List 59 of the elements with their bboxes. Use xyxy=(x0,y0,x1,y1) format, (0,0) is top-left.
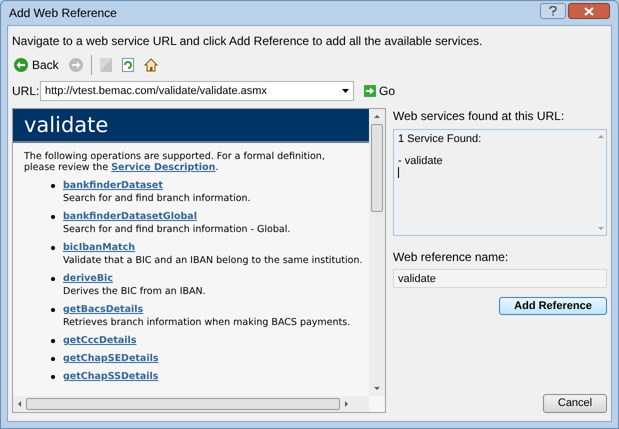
operation-link[interactable]: getChapSSDetails xyxy=(63,371,158,382)
bullet-icon xyxy=(51,357,55,361)
operation-description: Validate that a BIC and an IBAN belong to the same institution. xyxy=(63,255,363,266)
close-button[interactable] xyxy=(568,3,610,19)
cancel-button[interactable]: Cancel xyxy=(543,394,607,413)
go-arrow-icon xyxy=(364,85,376,97)
service-description-link[interactable]: Service Description xyxy=(111,162,216,173)
scroll-up-icon xyxy=(374,115,380,118)
operation-description: Search for and find branch information. xyxy=(63,193,251,204)
url-combo-box[interactable]: http://vtest.bemac.com/validate/validate.asmx xyxy=(40,81,354,101)
close-icon xyxy=(584,6,594,16)
services-status-text: 1 Service Found: xyxy=(398,133,482,145)
scroll-up-icon xyxy=(598,135,604,138)
url-label: URL: xyxy=(12,83,40,100)
page-heading: validate xyxy=(13,109,369,143)
scroll-thumb[interactable] xyxy=(371,124,383,212)
scroll-down-icon xyxy=(598,227,604,230)
bullet-icon xyxy=(51,246,55,250)
text-cursor xyxy=(398,167,399,178)
bullet-icon xyxy=(51,308,55,312)
window-title: Add Web Reference xyxy=(9,5,117,22)
page-icon xyxy=(100,58,112,72)
go-button[interactable]: Go xyxy=(364,82,396,100)
scroll-right-icon xyxy=(345,401,348,407)
scroll-thumb[interactable] xyxy=(26,398,340,410)
bullet-icon xyxy=(51,184,55,188)
services-text-area[interactable]: 1 Service Found: - validate xyxy=(393,129,607,236)
scroll-down-icon xyxy=(374,387,380,390)
operation-link[interactable]: getBacsDetails xyxy=(63,304,144,315)
services-label: Web services found at this URL: xyxy=(393,108,566,125)
operation-link[interactable]: deriveBic xyxy=(63,273,113,284)
bullet-icon xyxy=(51,277,55,281)
question-mark-icon xyxy=(549,6,557,16)
bullet-icon xyxy=(51,215,55,219)
operation-link[interactable]: getChapSEDetails xyxy=(63,353,159,364)
add-reference-button[interactable]: Add Reference xyxy=(499,297,607,315)
help-button[interactable] xyxy=(540,3,566,19)
operation-description: Derives the BIC from an IBAN. xyxy=(63,286,206,297)
operation-link[interactable]: bicIbanMatch xyxy=(63,242,135,253)
operation-link[interactable]: bankfinderDatasetGlobal xyxy=(63,211,197,222)
back-button[interactable]: Back xyxy=(12,55,61,75)
intro-text: The following operations are supported. For a formal definition, please review the Service Description. xyxy=(23,150,326,173)
bullet-icon xyxy=(51,375,55,379)
scroll-left-icon xyxy=(18,401,21,407)
refresh-button[interactable] xyxy=(120,55,136,75)
operation-description: Search for and find branch information - Global. xyxy=(63,224,290,235)
refresh-page-icon xyxy=(122,58,134,72)
operation-link[interactable]: bankfinderDataset xyxy=(63,180,163,191)
reference-name-label: Web reference name: xyxy=(393,249,510,266)
service-item-text: - validate xyxy=(398,155,443,167)
operation-description: Retrieves branch information when making BACS payments. xyxy=(63,317,350,328)
vertical-scrollbar[interactable] xyxy=(369,109,385,396)
horizontal-scrollbar[interactable] xyxy=(13,396,369,412)
home-icon xyxy=(144,58,158,72)
instruction-text: Navigate to a web service URL and click Add Reference to add all the available services. xyxy=(12,33,484,48)
dropdown-arrow-icon xyxy=(342,89,349,93)
operation-link[interactable]: getCccDetails xyxy=(63,335,136,346)
bullet-icon xyxy=(51,339,55,343)
reference-name-field[interactable]: validate xyxy=(393,269,607,288)
